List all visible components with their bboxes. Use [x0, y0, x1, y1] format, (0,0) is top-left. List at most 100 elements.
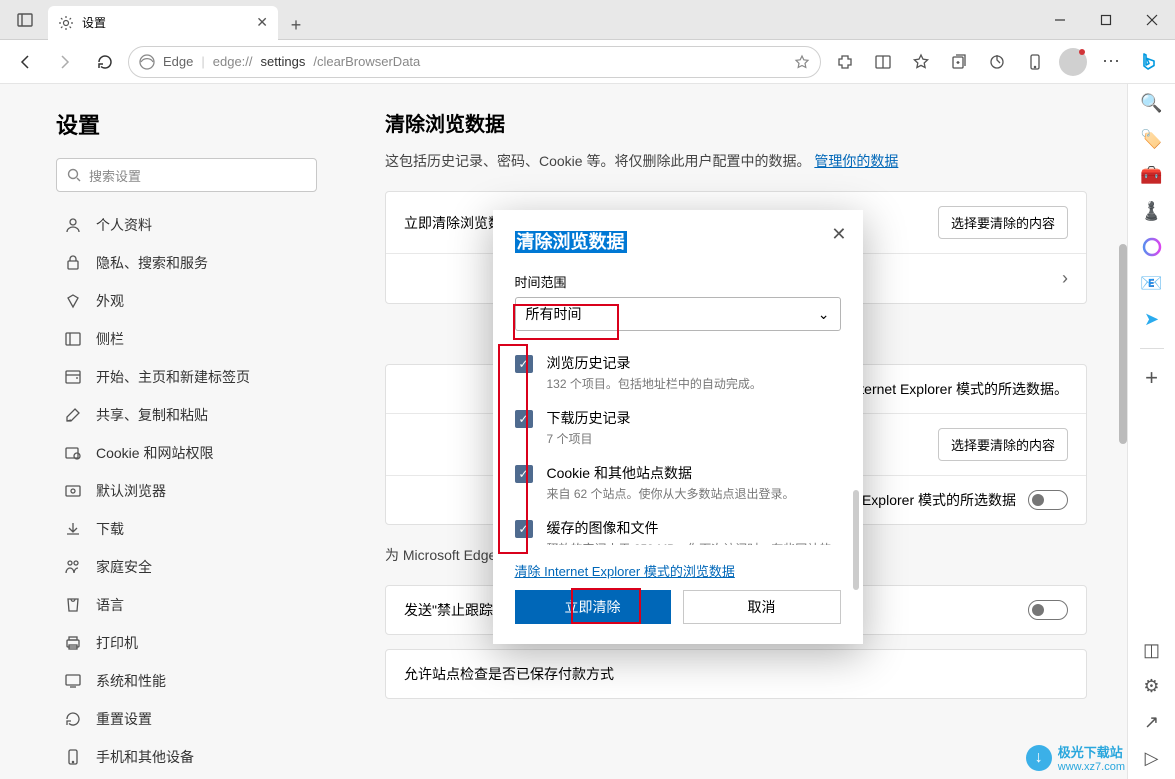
extensions-icon[interactable] — [827, 45, 863, 79]
sidebar-item[interactable]: Cookie 和网站权限 — [56, 434, 317, 472]
time-range-value: 所有时间 — [526, 304, 582, 324]
time-range-select[interactable]: 所有时间 ⌄ — [515, 297, 841, 331]
sidebar-item-label: 打印机 — [96, 633, 138, 653]
back-button[interactable] — [8, 45, 42, 79]
checkbox[interactable]: ✓ — [515, 410, 533, 428]
watermark: ↓ 极光下载站 www.xz7.com — [1026, 742, 1125, 773]
favorite-icon[interactable] — [794, 54, 810, 70]
settings-icon[interactable]: ⚙ — [1141, 675, 1163, 697]
screenshot-icon[interactable]: ◫ — [1141, 639, 1163, 661]
split-screen-icon[interactable] — [865, 45, 901, 79]
sidebar-item[interactable]: 共享、复制和粘贴 — [56, 396, 317, 434]
sidebar-item[interactable]: 手机和其他设备 — [56, 738, 317, 776]
choose-content-button[interactable]: 选择要清除的内容 — [938, 206, 1068, 239]
chevron-right-icon[interactable]: › — [1062, 268, 1068, 289]
sidebar-item[interactable]: 打印机 — [56, 624, 317, 662]
checkbox[interactable]: ✓ — [515, 465, 533, 483]
search-icon[interactable]: 🔍 — [1141, 92, 1163, 114]
clear-data-dialog: ✕ 清除浏览数据 时间范围 所有时间 ⌄ ✓ 浏览历史记录 132 个项目。包括… — [493, 210, 863, 644]
search-icon — [67, 168, 81, 182]
hide-sidebar-icon[interactable]: ▷ — [1141, 747, 1163, 769]
favorites-icon[interactable] — [903, 45, 939, 79]
bing-icon[interactable] — [1131, 45, 1167, 79]
search-placeholder: 搜索设置 — [89, 166, 141, 185]
sidebar-item[interactable]: 系统和性能 — [56, 662, 317, 700]
expand-icon[interactable]: ↗ — [1141, 711, 1163, 733]
checkbox-row[interactable]: ✓ 下载历史记录 7 个项目 — [515, 400, 841, 455]
nav-icon — [64, 216, 82, 234]
nav-icon — [64, 710, 82, 728]
tab-title: 设置 — [82, 14, 106, 31]
telegram-icon[interactable]: ➤ — [1141, 308, 1163, 330]
forward-button[interactable] — [48, 45, 82, 79]
add-icon[interactable]: + — [1141, 367, 1163, 389]
performance-icon[interactable] — [979, 45, 1015, 79]
choose-content-button-2[interactable]: 选择要清除的内容 — [938, 428, 1068, 461]
payment-card: 允许站点检查是否已保存付款方式 — [385, 649, 1087, 699]
address-bar[interactable]: Edge | edge://settings/clearBrowserData — [128, 46, 821, 78]
dnt-toggle[interactable] — [1028, 600, 1068, 620]
close-window-button[interactable] — [1129, 0, 1175, 40]
collections-icon[interactable] — [941, 45, 977, 79]
sidebar-item[interactable]: 侧栏 — [56, 320, 317, 358]
gear-icon — [58, 15, 74, 31]
browser-tab[interactable]: 设置 ✕ — [48, 6, 278, 40]
manage-data-link[interactable]: 管理你的数据 — [814, 153, 898, 169]
cancel-button[interactable]: 取消 — [683, 590, 841, 624]
new-tab-button[interactable]: + — [282, 12, 310, 40]
checkbox-desc: 7 个项目 — [547, 430, 631, 447]
mobile-icon[interactable] — [1017, 45, 1053, 79]
search-input[interactable]: 搜索设置 — [56, 158, 317, 192]
sidebar-item[interactable]: 家庭安全 — [56, 548, 317, 586]
checkbox-row[interactable]: ✓ 缓存的图像和文件 释放的空间小于 259 MB。你下次访问时，有些网站的加载 — [515, 510, 841, 545]
ie-toggle[interactable] — [1028, 490, 1068, 510]
sidebar-item-label: 隐私、搜索和服务 — [96, 253, 208, 273]
checkbox[interactable]: ✓ — [515, 520, 533, 538]
url-prefix: edge:// — [213, 54, 253, 69]
close-icon[interactable]: ✕ — [831, 224, 846, 245]
url-rest: /clearBrowserData — [313, 54, 420, 69]
sidebar-item-label: 重置设置 — [96, 709, 152, 729]
toolbox-icon[interactable]: 🧰 — [1141, 164, 1163, 186]
outlook-icon[interactable]: 📧 — [1141, 272, 1163, 294]
sidebar-item[interactable]: 外观 — [56, 282, 317, 320]
sidebar-item[interactable]: 隐私、搜索和服务 — [56, 244, 317, 282]
edge-label: Edge — [163, 54, 193, 69]
copilot-icon[interactable] — [1141, 236, 1163, 258]
sidebar-item[interactable]: 个人资料 — [56, 206, 317, 244]
checkbox-row[interactable]: ✓ Cookie 和其他站点数据 来自 62 个站点。使你从大多数站点退出登录。 — [515, 455, 841, 510]
sidebar-item[interactable]: 下载 — [56, 510, 317, 548]
minimize-button[interactable] — [1037, 0, 1083, 40]
dialog-scrollbar[interactable] — [853, 490, 859, 590]
shopping-tag-icon[interactable]: 🏷️ — [1141, 128, 1163, 150]
refresh-button[interactable] — [88, 45, 122, 79]
tabs-overview-icon[interactable] — [8, 3, 42, 37]
checkbox-desc: 释放的空间小于 259 MB。你下次访问时，有些网站的加载 — [547, 540, 841, 545]
sidebar-item-label: 语言 — [96, 595, 124, 615]
sidebar-item[interactable]: 开始、主页和新建标签页 — [56, 358, 317, 396]
nav-icon — [64, 406, 82, 424]
settings-sidebar: 设置 搜索设置 个人资料隐私、搜索和服务外观侧栏开始、主页和新建标签页共享、复制… — [0, 84, 345, 779]
nav-icon — [64, 634, 82, 652]
maximize-button[interactable] — [1083, 0, 1129, 40]
profile-avatar[interactable] — [1055, 45, 1091, 79]
scrollbar[interactable] — [1119, 244, 1127, 444]
sidebar-item-label: 侧栏 — [96, 329, 124, 349]
sidebar-item[interactable]: 默认浏览器 — [56, 472, 317, 510]
more-menu-icon[interactable]: ⋯ — [1093, 45, 1129, 79]
checkbox-row[interactable]: ✓ 浏览历史记录 132 个项目。包括地址栏中的自动完成。 — [515, 345, 841, 400]
sidebar-item[interactable]: 重置设置 — [56, 700, 317, 738]
sidebar-item-label: 共享、复制和粘贴 — [96, 405, 208, 425]
checkbox-desc: 来自 62 个站点。使你从大多数站点退出登录。 — [547, 485, 795, 502]
clear-ie-link[interactable]: 清除 Internet Explorer 模式的浏览数据 — [515, 561, 841, 580]
sidebar-item-label: 个人资料 — [96, 215, 152, 235]
games-icon[interactable]: ♟️ — [1141, 200, 1163, 222]
sidebar-item-label: 手机和其他设备 — [96, 747, 194, 767]
nav-icon — [64, 368, 82, 386]
checkbox[interactable]: ✓ — [515, 355, 533, 373]
close-icon[interactable]: ✕ — [256, 14, 268, 31]
clear-now-button[interactable]: 立即清除 — [515, 590, 671, 624]
nav-icon — [64, 558, 82, 576]
checkbox-title: Cookie 和其他站点数据 — [547, 463, 795, 483]
sidebar-item[interactable]: 语言 — [56, 586, 317, 624]
